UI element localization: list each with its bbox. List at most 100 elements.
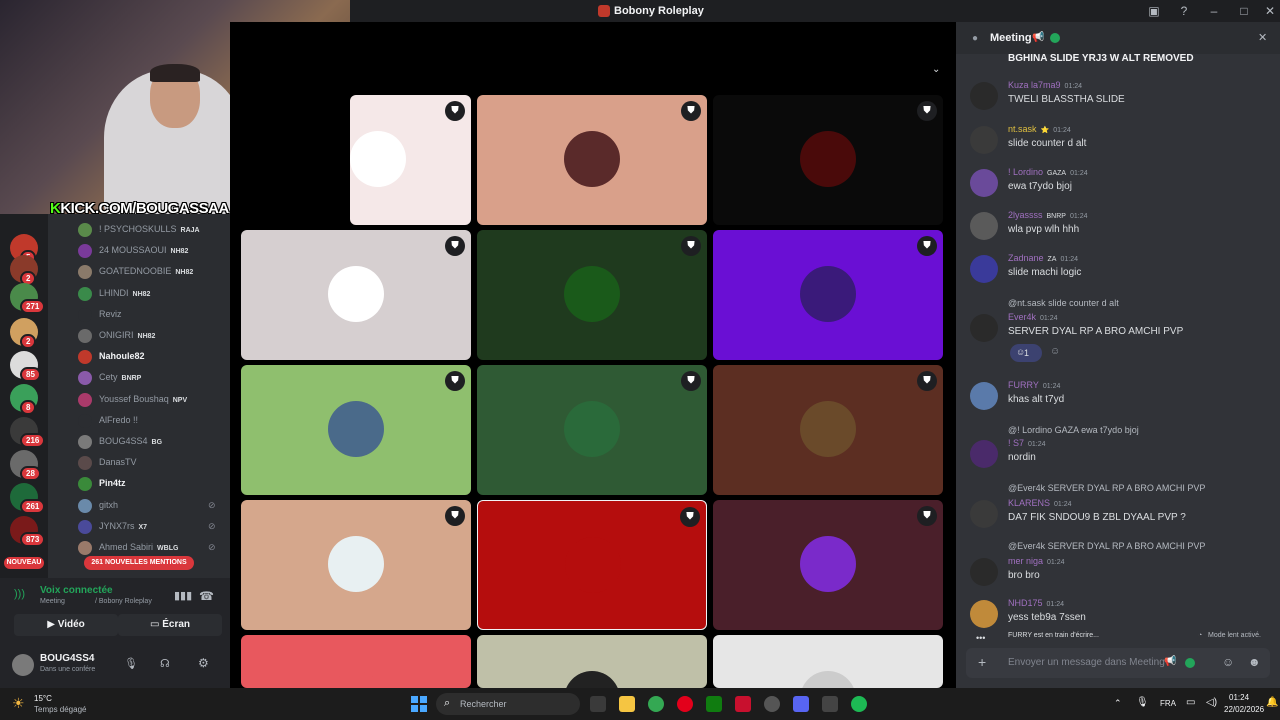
member-list-item[interactable]: Ahmed Sabiri WBLG xyxy=(78,539,228,557)
participant-tile[interactable]: ⛊ xyxy=(713,365,943,495)
add-reaction-icon[interactable]: ☺ xyxy=(1050,346,1060,357)
member-list-item[interactable]: Reviz xyxy=(78,306,228,324)
message-author[interactable]: 2lyassss BNRP 01:24 xyxy=(1008,210,1088,220)
participant-tile[interactable]: ⛊ xyxy=(477,95,707,225)
microphone-icon[interactable]: 🎙 xyxy=(124,657,138,670)
taskbar-date[interactable]: 22/02/2026 xyxy=(1224,705,1264,714)
member-list-item[interactable]: Cety BNRP xyxy=(78,369,228,387)
member-list-item[interactable]: AlFredo !! xyxy=(78,412,228,430)
help-icon[interactable]: ? xyxy=(1176,3,1192,19)
participant-tile[interactable]: ⛊ xyxy=(241,365,471,495)
message-author[interactable]: Kuza la7ma9 01:24 xyxy=(1008,80,1082,90)
member-list-item[interactable]: GOATEDNOOBIE NH82 xyxy=(78,263,228,281)
close-chat-icon[interactable]: ✕ xyxy=(1258,31,1267,44)
participant-tile[interactable]: ⛊ xyxy=(713,230,943,360)
participant-tile[interactable]: ⛊ xyxy=(477,500,707,630)
maximize-button[interactable]: □ xyxy=(1236,3,1252,19)
member-list-item[interactable]: 24 MOUSSAOUI NH82 xyxy=(78,242,228,260)
message-author[interactable]: KLARENS 01:24 xyxy=(1008,498,1072,508)
tray-mic-icon[interactable]: 🎙 xyxy=(1136,697,1149,708)
screen-share-button[interactable]: ▭ Écran xyxy=(118,614,222,636)
participant-tile[interactable] xyxy=(241,635,471,688)
new-pill[interactable]: NOUVEAU xyxy=(4,557,44,569)
volume-icon[interactable]: ◁) xyxy=(1206,697,1217,708)
language-indicator[interactable]: FRA xyxy=(1160,699,1176,708)
member-list-item[interactable]: LHINDI NH82 xyxy=(78,285,228,303)
mentions-pill[interactable]: 261 NOUVELLES MENTIONS xyxy=(84,556,194,570)
member-list-item[interactable]: gitxh xyxy=(78,497,228,515)
add-attachment-icon[interactable]: + xyxy=(978,654,986,670)
taskbar-search-box[interactable] xyxy=(436,693,580,715)
shield-icon[interactable]: ⛊ xyxy=(681,236,701,256)
participant-tile[interactable]: ⛊ xyxy=(713,500,943,630)
chat-input-placeholder[interactable]: Envoyer un message dans Meeting xyxy=(1008,657,1165,668)
opera-icon[interactable] xyxy=(677,696,693,712)
member-list-item[interactable]: Youssef Boushaq NPV xyxy=(78,391,228,409)
message-author[interactable]: ! S7 01:24 xyxy=(1008,438,1046,448)
capture-app-icon[interactable] xyxy=(764,696,780,712)
member-list-item[interactable]: DanasTV xyxy=(78,454,228,472)
member-list-item[interactable]: JYNX7rs X7 xyxy=(78,518,228,536)
discord-taskbar-icon[interactable] xyxy=(793,696,809,712)
participant-tile[interactable]: ⛊ xyxy=(713,95,943,225)
message-avatar[interactable] xyxy=(970,500,998,528)
network-icon[interactable]: ▭ xyxy=(1186,697,1195,708)
tray-chevron-icon[interactable]: ⌃ xyxy=(1114,698,1122,709)
inbox-icon[interactable]: ▣ xyxy=(1146,3,1162,19)
message-avatar[interactable] xyxy=(970,558,998,586)
headphones-icon[interactable]: ☊ xyxy=(160,657,170,670)
participant-tile[interactable]: ⛊ xyxy=(477,230,707,360)
shield-icon[interactable]: ⛊ xyxy=(681,371,701,391)
chrome-icon[interactable] xyxy=(648,696,664,712)
reaction-pill[interactable]: 1 xyxy=(1010,344,1042,362)
participant-tile[interactable]: ⛊ xyxy=(241,230,471,360)
message-author[interactable]: mer niga 01:24 xyxy=(1008,556,1065,566)
chevron-down-icon[interactable]: ⌄ xyxy=(932,64,940,75)
message-avatar[interactable] xyxy=(970,255,998,283)
reply-preview[interactable]: @! Lordino GAZA ewa t7ydo bjoj xyxy=(1008,425,1139,435)
participant-tile[interactable]: ⛊ xyxy=(350,95,471,225)
taskbar-time[interactable]: 01:24 xyxy=(1229,693,1249,702)
shield-icon[interactable]: ⛊ xyxy=(917,506,937,526)
adobe-icon[interactable] xyxy=(735,696,751,712)
notification-bell-icon[interactable]: 🔔 xyxy=(1266,697,1278,708)
message-avatar[interactable] xyxy=(970,82,998,110)
shield-icon[interactable]: ⛊ xyxy=(917,371,937,391)
shield-icon[interactable]: ⛊ xyxy=(680,507,700,527)
message-avatar[interactable] xyxy=(970,314,998,342)
disconnect-icon[interactable]: ☎ xyxy=(199,589,214,603)
emoji-icon[interactable]: ☻ xyxy=(1248,655,1261,669)
shield-icon[interactable]: ⛊ xyxy=(445,101,465,121)
message-author[interactable]: nt.sask ⭐ 01:24 xyxy=(1008,124,1071,134)
sound-wave-icon[interactable]: ▮▮▮ xyxy=(174,589,192,602)
message-author[interactable]: Ever4k 01:24 xyxy=(1008,312,1058,322)
close-window-button[interactable]: ✕ xyxy=(1262,3,1278,19)
message-avatar[interactable] xyxy=(970,169,998,197)
settings-gear-icon[interactable]: ⚙ xyxy=(198,656,209,670)
participant-tile[interactable]: ⛊ xyxy=(241,500,471,630)
game-app-icon[interactable] xyxy=(706,696,722,712)
reply-preview[interactable]: @Ever4k SERVER DYAL RP A BRO AMCHI PVP xyxy=(1008,483,1205,493)
shield-icon[interactable]: ⛊ xyxy=(445,371,465,391)
reply-preview[interactable]: @Ever4k SERVER DYAL RP A BRO AMCHI PVP xyxy=(1008,541,1205,551)
member-list-item[interactable]: ONIGIRI NH82 xyxy=(78,327,228,345)
shield-icon[interactable]: ⛊ xyxy=(917,101,937,121)
shield-icon[interactable]: ⛊ xyxy=(445,506,465,526)
voice-status[interactable]: Voix connectée xyxy=(40,585,113,596)
member-list-item[interactable]: Nahoule82 xyxy=(78,348,228,366)
message-author[interactable]: ! Lordino GAZA 01:24 xyxy=(1008,167,1088,177)
member-list-item[interactable]: ! PSYCHOSKULLS RAJA xyxy=(78,221,228,239)
message-avatar[interactable] xyxy=(970,600,998,628)
task-view-icon[interactable] xyxy=(590,696,606,712)
video-button[interactable]: ▶ Vidéo xyxy=(14,614,118,636)
app-window-icon[interactable] xyxy=(822,696,838,712)
participant-tile[interactable]: ⛊ xyxy=(477,365,707,495)
message-avatar[interactable] xyxy=(970,440,998,468)
message-avatar[interactable] xyxy=(970,126,998,154)
message-author[interactable]: Zadnane ZA 01:24 xyxy=(1008,253,1078,263)
shield-icon[interactable]: ⛊ xyxy=(445,236,465,256)
taskbar-search-placeholder[interactable]: Rechercher xyxy=(460,699,507,709)
file-explorer-icon[interactable] xyxy=(619,696,635,712)
shield-icon[interactable]: ⛊ xyxy=(681,101,701,121)
windows-start-icon[interactable] xyxy=(411,696,427,712)
